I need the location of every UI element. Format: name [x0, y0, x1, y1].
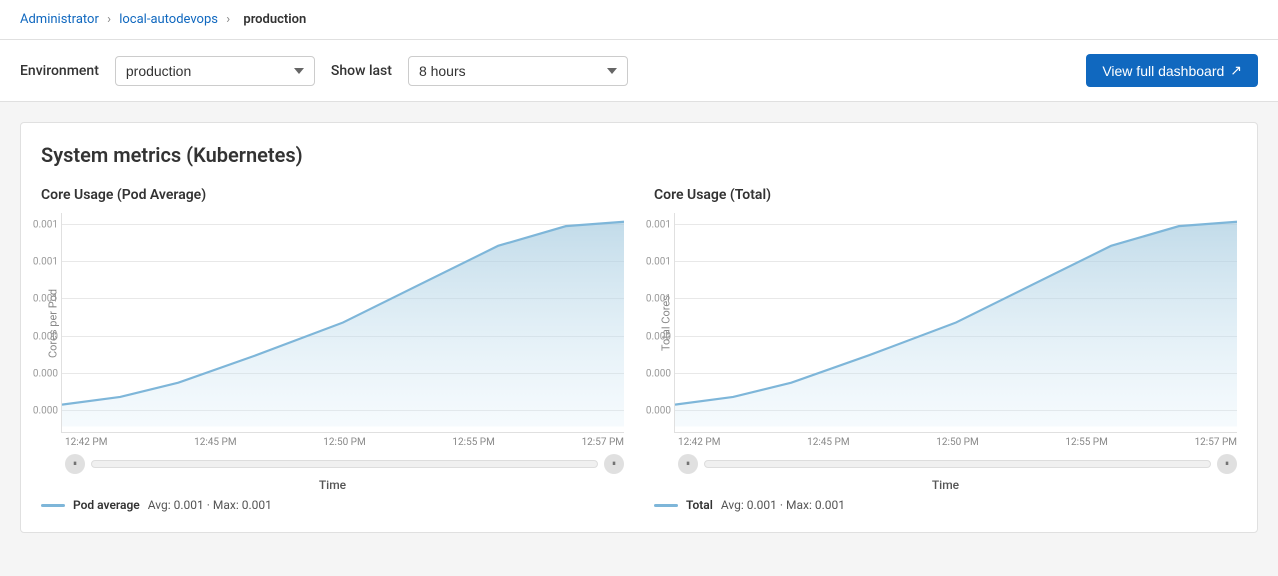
chart2-legend: Total Avg: 0.001 · Max: 0.001: [654, 498, 1237, 512]
chart2-inner: 0.001 0.001 0.001 0.000: [674, 213, 1237, 433]
chart2-svg: [675, 213, 1237, 432]
external-link-icon: ↗: [1230, 62, 1242, 79]
chart1-title: Core Usage (Pod Average): [41, 187, 624, 203]
view-dashboard-button[interactable]: View full dashboard ↗: [1086, 54, 1258, 87]
chart1-x-axis: 12:42 PM 12:45 PM 12:50 PM 12:55 PM 12:5…: [41, 433, 624, 448]
main-content: System metrics (Kubernetes) Core Usage (…: [0, 102, 1278, 553]
chart2-x-axis: 12:42 PM 12:45 PM 12:50 PM 12:55 PM 12:5…: [654, 433, 1237, 448]
y-tick: 0.001: [646, 294, 671, 305]
time-range-select[interactable]: 1 hour 2 hours 4 hours 8 hours 24 hours …: [408, 56, 628, 86]
y-tick: 0.000: [646, 368, 671, 379]
breadcrumb-current: production: [243, 12, 306, 27]
breadcrumb-group[interactable]: local-autodevops: [119, 12, 218, 27]
chart2-legend-series: Total: [686, 498, 713, 512]
y-tick: 0.000: [33, 368, 58, 379]
x-tick: 12:55 PM: [1065, 437, 1107, 448]
x-tick: 12:42 PM: [678, 437, 720, 448]
chart1-legend-stats: Avg: 0.001 · Max: 0.001: [148, 498, 272, 512]
x-tick: 12:45 PM: [807, 437, 849, 448]
breadcrumb: Administrator › local-autodevops › produ…: [0, 0, 1278, 40]
y-tick: 0.000: [646, 331, 671, 342]
dashboard-btn-label: View full dashboard: [1102, 63, 1224, 79]
metrics-section: System metrics (Kubernetes) Core Usage (…: [20, 122, 1258, 533]
chart1-legend-line: [41, 504, 65, 507]
chart2-controls: ⏸ ⏸: [678, 454, 1237, 474]
chart-pod-average: Core Usage (Pod Average) Cores per Pod 0…: [41, 187, 624, 512]
chart1-x-label: Time: [41, 478, 624, 492]
chart2-scrollbar[interactable]: [704, 460, 1211, 468]
breadcrumb-sep1: ›: [107, 12, 111, 27]
chart2-pause-left[interactable]: ⏸: [678, 454, 698, 474]
y-tick: 0.000: [33, 331, 58, 342]
chart2-title: Core Usage (Total): [654, 187, 1237, 203]
chart1-area: Cores per Pod 0.001 0.001 0.001: [41, 213, 624, 433]
y-tick: 0.001: [33, 294, 58, 305]
chart1-pause-left[interactable]: ⏸: [65, 454, 85, 474]
breadcrumb-admin[interactable]: Administrator: [20, 12, 99, 27]
chart2-pause-right[interactable]: ⏸: [1217, 454, 1237, 474]
chart2-y-label: Total Cores: [654, 213, 674, 433]
show-last-label: Show last: [331, 63, 392, 79]
x-tick: 12:57 PM: [582, 437, 624, 448]
chart1-legend-series: Pod average: [73, 498, 140, 512]
x-tick: 12:42 PM: [65, 437, 107, 448]
chart2-area: Total Cores 0.001 0.001 0.001: [654, 213, 1237, 433]
y-tick: 0.001: [646, 257, 671, 268]
chart1-svg: [62, 213, 624, 432]
chart1-legend: Pod average Avg: 0.001 · Max: 0.001: [41, 498, 624, 512]
chart2-x-label: Time: [654, 478, 1237, 492]
chart1-y-label: Cores per Pod: [41, 213, 61, 433]
x-tick: 12:57 PM: [1195, 437, 1237, 448]
chart1-pause-right[interactable]: ⏸: [604, 454, 624, 474]
y-tick: 0.001: [33, 219, 58, 230]
section-title: System metrics (Kubernetes): [41, 143, 1237, 167]
chart1-inner: 0.001 0.001 0.001 0.000: [61, 213, 624, 433]
x-tick: 12:50 PM: [936, 437, 978, 448]
x-tick: 12:50 PM: [323, 437, 365, 448]
chart2-legend-line: [654, 504, 678, 507]
environment-select[interactable]: production staging development: [115, 56, 315, 86]
chart1-controls: ⏸ ⏸: [65, 454, 624, 474]
chart1-scrollbar[interactable]: [91, 460, 598, 468]
y-tick: 0.000: [33, 406, 58, 417]
breadcrumb-sep2: ›: [226, 12, 230, 27]
chart-total: Core Usage (Total) Total Cores 0.001 0.0…: [654, 187, 1237, 512]
y-tick: 0.001: [646, 219, 671, 230]
y-tick: 0.000: [646, 406, 671, 417]
x-tick: 12:55 PM: [452, 437, 494, 448]
env-label: Environment: [20, 63, 99, 79]
y-tick: 0.001: [33, 257, 58, 268]
toolbar: Environment production staging developme…: [0, 40, 1278, 102]
chart2-legend-stats: Avg: 0.001 · Max: 0.001: [721, 498, 845, 512]
x-tick: 12:45 PM: [194, 437, 236, 448]
charts-row: Core Usage (Pod Average) Cores per Pod 0…: [41, 187, 1237, 512]
